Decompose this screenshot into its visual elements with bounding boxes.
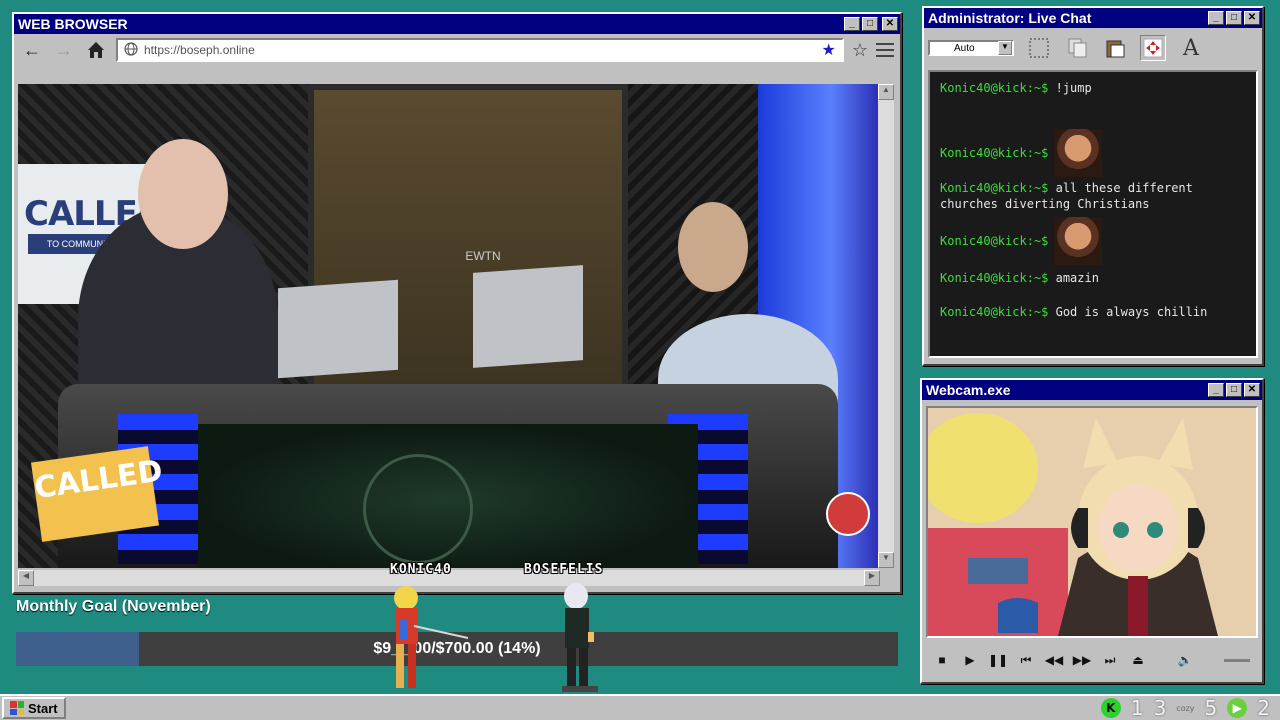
scroll-up-arrow[interactable]: ▲: [878, 84, 894, 100]
minimize-button[interactable]: _: [1208, 383, 1224, 397]
chat-text: amazin: [1055, 271, 1099, 285]
laughing-emote-icon: [1054, 129, 1103, 177]
ewtn-globe-logo: [363, 454, 473, 564]
chat-message: Konic40@kick:~$: [940, 216, 1246, 266]
stop-icon[interactable]: ■: [934, 652, 950, 668]
webcam-window: Webcam.exe _ □ ✕ ■ ▶ ❚❚ ⏮ ◀◀ ▶▶ ⏭ ⏏ 🔈: [920, 378, 1264, 684]
close-button[interactable]: ✕: [882, 17, 898, 31]
start-button[interactable]: Start: [2, 697, 66, 719]
skip-forward-icon[interactable]: ⏭: [1102, 652, 1118, 668]
forward-icon[interactable]: →: [52, 38, 76, 62]
system-tray: K 1 3 cozy 5 ▶ 2: [1100, 696, 1278, 720]
bosefelis-sprite: [562, 583, 598, 692]
tray-number: 5: [1204, 696, 1218, 720]
chat-username: Konic40@kick:~$: [940, 234, 1049, 248]
konic40-sprite: [394, 586, 469, 688]
eject-icon[interactable]: ⏏: [1130, 652, 1146, 668]
pause-icon[interactable]: ❚❚: [988, 652, 1008, 668]
paste-icon[interactable]: [1102, 35, 1128, 61]
webcam-title: Webcam.exe: [926, 382, 1011, 398]
play-icon[interactable]: ▶: [962, 652, 978, 668]
kick-icon[interactable]: K: [1100, 698, 1121, 718]
url-text: https://boseph.online: [144, 43, 255, 57]
goal-title: Monthly Goal (November): [16, 598, 211, 615]
tray-number: 3: [1153, 696, 1167, 720]
chat-username: Konic40@kick:~$: [940, 271, 1049, 285]
address-bar[interactable]: https://boseph.online ★: [116, 38, 844, 62]
called-logo-overlay: CALLED: [31, 446, 165, 542]
minimize-button[interactable]: _: [844, 17, 860, 31]
play-tray-icon[interactable]: ▶: [1227, 698, 1248, 718]
maximize-button[interactable]: □: [1226, 383, 1242, 397]
windows-logo-icon: [10, 701, 24, 715]
volume-icon[interactable]: 🔈: [1177, 652, 1193, 668]
globe-icon: [124, 41, 138, 59]
chat-username: Konic40@kick:~$: [940, 305, 1049, 319]
home-icon[interactable]: [84, 38, 108, 62]
font-size-select[interactable]: Auto ▼: [928, 40, 1014, 56]
skip-back-icon[interactable]: ⏮: [1018, 652, 1034, 668]
chat-message: Konic40@kick:~$ God is always chillin: [940, 304, 1246, 320]
chat-toolbar: Auto ▼ A: [924, 28, 1262, 68]
character-label-konic40: KONIC40: [390, 562, 452, 577]
character-label-bosefelis: BOSEFELIS: [524, 562, 604, 577]
chat-title: Administrator: Live Chat: [928, 10, 1092, 26]
cozy-label: cozy: [1176, 703, 1195, 713]
browser-window: WEB BROWSER _ □ ✕ ← → https://boseph.onl…: [12, 12, 902, 594]
browser-title: WEB BROWSER: [18, 16, 128, 32]
close-button[interactable]: ✕: [1244, 383, 1260, 397]
scroll-down-arrow[interactable]: ▼: [878, 552, 894, 568]
tray-number: 2: [1257, 696, 1270, 720]
close-button[interactable]: ✕: [1244, 11, 1260, 25]
fast-forward-icon[interactable]: ▶▶: [1073, 652, 1091, 668]
chat-message: Konic40@kick:~$: [940, 128, 1246, 178]
chat-log[interactable]: Konic40@kick:~$ !jump Konic40@kick:~$ Ko…: [928, 70, 1258, 358]
chat-username: Konic40@kick:~$: [940, 81, 1049, 95]
taskbar: Start K 1 3 cozy 5 ▶ 2: [0, 694, 1280, 720]
favorites-icon[interactable]: ☆: [852, 40, 868, 61]
host-left-head: [138, 139, 228, 249]
font-size-value: Auto: [954, 42, 975, 54]
media-controls: ■ ▶ ❚❚ ⏮ ◀◀ ▶▶ ⏭ ⏏ 🔈: [926, 644, 1258, 676]
scroll-right-arrow[interactable]: ▶: [864, 570, 880, 586]
webcam-feed: [926, 406, 1258, 638]
chat-text: !jump: [1055, 81, 1092, 95]
vertical-scrollbar[interactable]: ▲ ▼: [878, 84, 894, 568]
start-label: Start: [28, 700, 58, 716]
chat-message: Konic40@kick:~$ all these different chur…: [940, 180, 1246, 212]
laptop-right: [473, 265, 583, 368]
font-icon[interactable]: A: [1178, 35, 1204, 61]
avatar-illustration: [928, 408, 1256, 636]
browser-titlebar[interactable]: WEB BROWSER _ □ ✕: [14, 14, 900, 34]
laughing-emote-icon: [1054, 217, 1103, 265]
copy-icon[interactable]: [1064, 35, 1090, 61]
laptop-left: [278, 279, 398, 379]
video-stream: EWTN CALLED TO COMMUNION CALLED: [18, 84, 880, 568]
minimize-button[interactable]: _: [1208, 11, 1224, 25]
ewtn-watermark-icon: [826, 492, 870, 536]
move-icon[interactable]: [1140, 35, 1166, 61]
webcam-titlebar[interactable]: Webcam.exe _ □ ✕: [922, 380, 1262, 400]
chat-username: Konic40@kick:~$: [940, 146, 1049, 160]
scroll-left-arrow[interactable]: ◀: [18, 570, 34, 586]
browser-toolbar: ← → https://boseph.online ★ ☆: [14, 34, 900, 66]
menu-icon[interactable]: [876, 43, 894, 57]
rewind-icon[interactable]: ◀◀: [1045, 652, 1063, 668]
mark-icon[interactable]: [1026, 35, 1052, 61]
chevron-down-icon[interactable]: ▼: [998, 41, 1012, 55]
volume-slider[interactable]: [1224, 658, 1250, 662]
chat-text: God is always chillin: [1055, 305, 1208, 319]
live-chat-window: Administrator: Live Chat _ □ ✕ Auto ▼ A …: [922, 6, 1264, 366]
chat-username: Konic40@kick:~$: [940, 181, 1049, 195]
maximize-button[interactable]: □: [862, 17, 878, 31]
bookmark-star-icon[interactable]: ★: [822, 40, 836, 60]
maximize-button[interactable]: □: [1226, 11, 1242, 25]
host-right-head: [678, 202, 748, 292]
chat-message: Konic40@kick:~$ !jump: [940, 80, 1246, 96]
chat-titlebar[interactable]: Administrator: Live Chat _ □ ✕: [924, 8, 1262, 28]
tray-number: 1: [1130, 696, 1144, 720]
chat-message: Konic40@kick:~$ amazin: [940, 270, 1246, 286]
back-icon[interactable]: ←: [20, 38, 44, 62]
